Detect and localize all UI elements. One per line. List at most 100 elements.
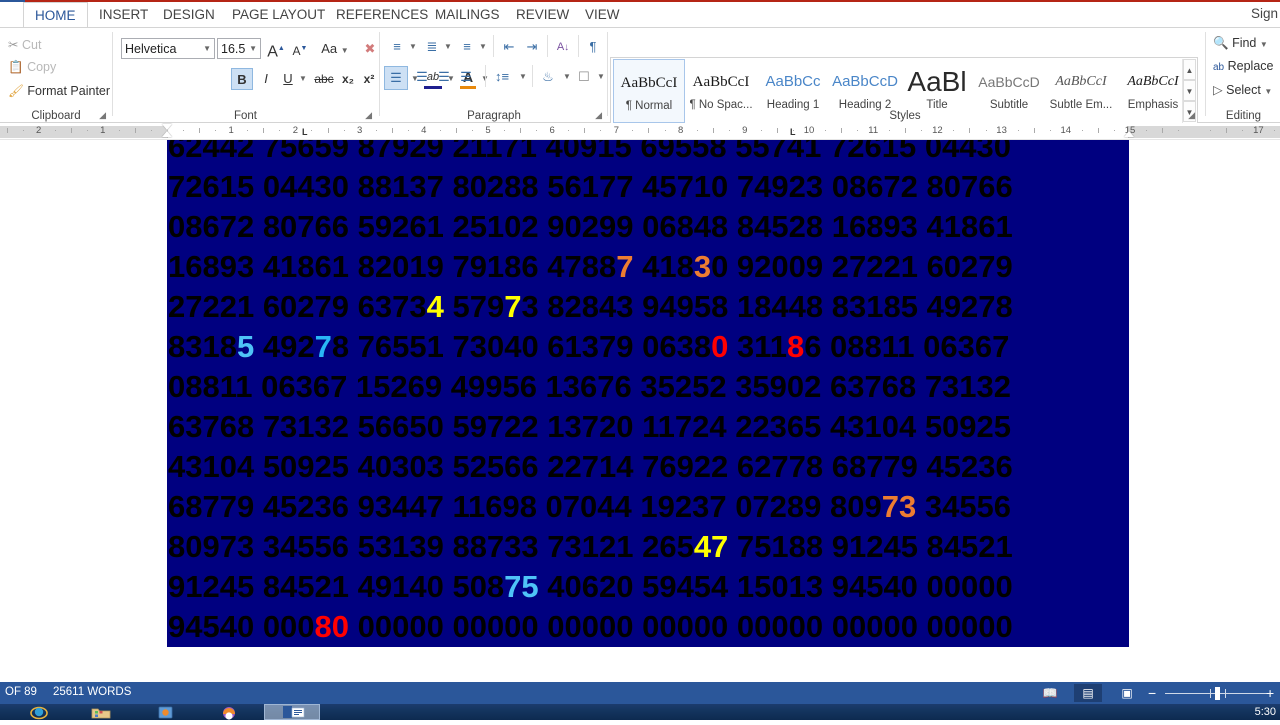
ribbon-tab-review[interactable]: REVIEW <box>505 2 580 27</box>
print-layout-button[interactable]: ▤ <box>1074 684 1102 702</box>
justify-button[interactable]: ☰ <box>454 66 478 88</box>
italic-button[interactable]: I <box>255 68 277 90</box>
tab-stop-marker[interactable]: L <box>790 127 796 137</box>
ribbon-tab-view[interactable]: VIEW <box>574 2 631 27</box>
find-button[interactable]: 🔍 Find ▼ <box>1213 36 1268 51</box>
document-line[interactable]: 68779 45236 93447 11698 07044 19237 0728… <box>167 487 1129 527</box>
document-line[interactable]: 91245 84521 49140 50875 40620 59454 1501… <box>167 567 1129 607</box>
ribbon-tab-references[interactable]: REFERENCES <box>325 2 439 27</box>
web-layout-button[interactable]: ▣ <box>1113 684 1141 702</box>
chevron-down-icon[interactable]: ▼ <box>203 39 211 58</box>
ribbon-tab-design[interactable]: DESIGN <box>152 2 226 27</box>
format-painter-button[interactable]: 🖌 Format Painter <box>8 84 110 99</box>
ruler-left-margin[interactable] <box>0 126 167 138</box>
zoom-in-button[interactable]: + <box>1266 685 1274 701</box>
firefox-icon[interactable] <box>218 705 240 720</box>
decrease-indent-button[interactable]: ⇤ <box>498 36 520 58</box>
styles-dialog-launcher[interactable]: ◢ <box>1188 110 1195 121</box>
bullets-button[interactable]: ≡ <box>386 36 408 58</box>
document-line[interactable]: 80973 34556 53139 88733 73121 26547 7518… <box>167 527 1129 567</box>
document-canvas[interactable]: 62442 75659 87929 21171 40915 69558 5574… <box>0 140 1280 682</box>
sign-in-label[interactable]: Sign <box>1251 6 1278 21</box>
document-line[interactable]: 94540 00080 00000 00000 00000 00000 0000… <box>167 607 1129 647</box>
grow-font-button[interactable]: A▲ <box>265 38 287 63</box>
page-indicator[interactable]: OF 89 <box>5 686 37 698</box>
line-spacing-chevron-down-icon[interactable]: ▼ <box>517 66 529 88</box>
document-line[interactable]: 27221 60279 63734 57973 82843 94958 1844… <box>167 287 1129 327</box>
horizontal-ruler[interactable]: 211234567891011121314151718LL <box>0 123 1280 140</box>
chevron-down-icon[interactable]: ▼ <box>1264 87 1272 96</box>
chevron-down-icon[interactable]: ▼ <box>249 39 257 58</box>
chevron-down-icon[interactable]: ▼ <box>341 46 349 55</box>
strikethrough-button[interactable]: abc <box>311 68 337 90</box>
ribbon-group-font: Helvetica ▼ 16.5 ▼ A▲ A▼ Aa ▼ ✖ B I U ▼ <box>113 28 489 123</box>
document-line[interactable]: 63768 73132 56650 59722 13720 11724 2236… <box>167 407 1129 447</box>
ribbon-group-editing: 🔍 Find ▼ ab Replace ▷ Select ▼ Editing <box>1207 28 1280 123</box>
select-button[interactable]: ▷ Select ▼ <box>1213 82 1272 97</box>
taskbar-clock[interactable]: 5:30 <box>1255 706 1276 718</box>
chevron-down-icon[interactable]: ▼ <box>1260 40 1268 49</box>
bullets-chevron-down-icon[interactable]: ▼ <box>407 36 419 58</box>
paragraph-dialog-launcher[interactable]: ◢ <box>595 110 602 121</box>
zoom-slider-handle[interactable] <box>1215 687 1220 700</box>
hanging-indent-marker[interactable] <box>162 131 172 137</box>
file-explorer-icon[interactable] <box>90 705 112 720</box>
media-player-icon[interactable] <box>155 705 177 720</box>
cut-button[interactable]: ✂ Cut <box>8 37 41 52</box>
underline-chevron-down-icon[interactable]: ▼ <box>297 68 309 90</box>
multilevel-chevron-down-icon[interactable]: ▼ <box>477 36 489 58</box>
superscript-button[interactable]: x² <box>358 68 380 90</box>
font-name-input[interactable]: Helvetica ▼ <box>121 38 215 59</box>
word-count[interactable]: 25611 WORDS <box>53 686 131 698</box>
show-formatting-marks-button[interactable]: ¶ <box>582 36 604 58</box>
document-line[interactable]: 43104 50925 40303 52566 22714 76922 6277… <box>167 447 1129 487</box>
change-case-button[interactable]: Aa ▼ <box>318 38 352 62</box>
right-indent-marker[interactable] <box>1124 131 1134 137</box>
line-spacing-button[interactable]: ↕≡ <box>490 66 514 88</box>
copy-button[interactable]: 📋 Copy <box>8 60 56 75</box>
document-line[interactable]: 62442 75659 87929 21171 40915 69558 5574… <box>167 140 1129 167</box>
document-line[interactable]: 16893 41861 82019 79186 47887 41830 9200… <box>167 247 1129 287</box>
ribbon-tab-insert[interactable]: INSERT <box>88 2 159 27</box>
number-run: 311 <box>728 329 787 364</box>
ribbon-tab-home[interactable]: HOME <box>23 2 88 28</box>
ruler-tick <box>183 130 184 131</box>
selected-text-block[interactable]: 62442 75659 87929 21171 40915 69558 5574… <box>167 140 1129 647</box>
first-line-indent-marker[interactable] <box>162 124 172 130</box>
font-size-input[interactable]: 16.5 ▼ <box>217 38 261 59</box>
multilevel-list-button[interactable]: ≡ <box>456 36 478 58</box>
document-line[interactable]: 72615 04430 88137 80288 56177 45710 7492… <box>167 167 1129 207</box>
format-painter-label: Format Painter <box>27 84 111 98</box>
align-left-button[interactable]: ☰ <box>384 66 408 90</box>
font-dialog-launcher[interactable]: ◢ <box>365 110 372 121</box>
ruler-tick <box>1242 130 1243 131</box>
underline-button[interactable]: U <box>277 68 299 90</box>
bold-button[interactable]: B <box>231 68 253 90</box>
clipboard-dialog-launcher[interactable]: ◢ <box>99 110 106 121</box>
ribbon-tab-label: MAILINGS <box>435 7 500 22</box>
word-taskbar-button[interactable] <box>264 704 320 720</box>
numbering-button[interactable]: ≣ <box>421 36 443 58</box>
zoom-out-button[interactable]: − <box>1148 685 1156 701</box>
ribbon-tab-mailings[interactable]: MAILINGS <box>424 2 511 27</box>
document-line[interactable]: 08811 06367 15269 49956 13676 35252 3590… <box>167 367 1129 407</box>
ruler-tick <box>135 128 136 133</box>
ribbon-tab-page-layout[interactable]: PAGE LAYOUT <box>221 2 336 27</box>
align-center-button[interactable]: ☰ <box>410 66 434 88</box>
align-right-button[interactable]: ☰ <box>432 66 456 88</box>
subscript-button[interactable]: x₂ <box>337 68 359 90</box>
borders-button[interactable]: ☐ <box>572 66 596 88</box>
sort-button[interactable]: A↓ <box>552 36 574 59</box>
shading-button[interactable]: ♨ <box>536 66 560 88</box>
internet-explorer-icon[interactable] <box>28 705 50 720</box>
document-line[interactable]: 08672 80766 59261 25102 90299 06848 8452… <box>167 207 1129 247</box>
document-line[interactable]: 83185 49278 76551 73040 61379 06380 3118… <box>167 327 1129 367</box>
numbering-chevron-down-icon[interactable]: ▼ <box>442 36 454 58</box>
shrink-font-button[interactable]: A▼ <box>289 38 311 62</box>
document-page[interactable]: 62442 75659 87929 21171 40915 69558 5574… <box>0 140 1280 682</box>
increase-indent-button[interactable]: ⇥ <box>521 36 543 58</box>
tab-stop-marker[interactable]: L <box>302 127 308 137</box>
borders-chevron-down-icon[interactable]: ▼ <box>595 66 607 88</box>
replace-button[interactable]: ab Replace <box>1213 59 1273 73</box>
read-mode-button[interactable]: 📖 <box>1036 684 1064 702</box>
